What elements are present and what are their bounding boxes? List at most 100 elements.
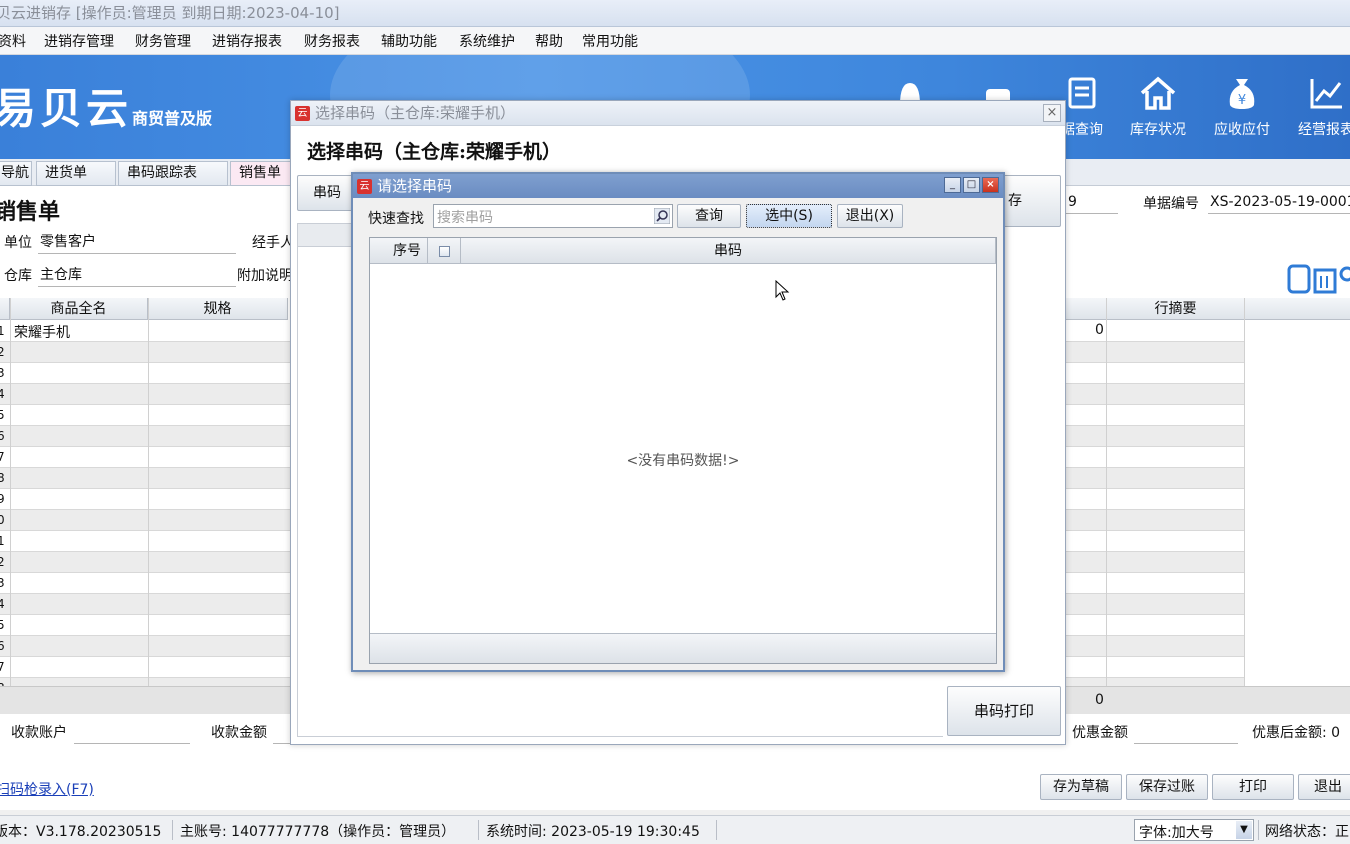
dialog1-title-bar: 云 选择串码（主仓库:荣耀手机） × — [291, 101, 1065, 126]
row-number: 1 — [0, 534, 5, 548]
window-title: 贝云进销存 [操作员:管理员 到期日期:2023-04-10] — [0, 4, 340, 22]
row-number: 6 — [0, 639, 5, 653]
version-text: 版本：V3.178.20230515 — [0, 824, 162, 840]
app-logo: 易贝云 — [0, 84, 133, 133]
warehouse-label: 仓库 — [4, 268, 32, 284]
tab-purchase-order[interactable]: 进货单 — [36, 161, 116, 186]
quick-search-label: 快速查找 — [368, 211, 424, 227]
select-all-checkbox[interactable] — [428, 238, 461, 264]
serial-list-footer — [370, 633, 996, 663]
row-number: 9 — [0, 492, 5, 506]
query-button[interactable]: 查询 — [677, 204, 741, 228]
close-icon[interactable]: × — [982, 177, 999, 193]
search-icon[interactable] — [654, 208, 670, 224]
app-icon: 云 — [357, 179, 372, 194]
menu-item-inventory-reports[interactable]: 进销存报表 — [212, 31, 282, 51]
choose-serial-dialog: 云 请选择串码 _ □ × 快速查找 搜索串码 查询 选中(S) 退出(X) 序… — [351, 172, 1005, 672]
font-size-select[interactable]: 字体:加大号 ▼ — [1134, 819, 1254, 841]
menu-bar: 资料 进销存管理 财务管理 进销存报表 财务报表 辅助功能 系统维护 帮助 常用… — [0, 27, 1350, 55]
barcode-tools-icon[interactable] — [1287, 262, 1350, 296]
account-field[interactable] — [74, 720, 190, 744]
system-time: 系统时间: 2023-05-19 19:30:45 — [486, 824, 700, 840]
note-label: 附加说明 — [237, 268, 293, 284]
after-discount-amount: 优惠后金额: 0 — [1252, 725, 1341, 741]
col-serial-code[interactable]: 串码 — [461, 238, 996, 264]
customer-field[interactable]: 零售客户 — [38, 230, 236, 254]
save-draft-button[interactable]: 存为草稿 — [1040, 774, 1122, 800]
dialog-exit-button[interactable]: 退出(X) — [837, 204, 903, 228]
menu-item-help[interactable]: 帮助 — [535, 31, 563, 51]
toolbar-inventory-status-button[interactable]: 库存状况 — [1118, 75, 1198, 139]
dialog2-title: 请选择串码 — [377, 177, 453, 195]
discount-field[interactable] — [1134, 720, 1238, 744]
account-text: 主账号: 14077777778（操作员：管理员） — [180, 824, 456, 840]
menu-item-data[interactable]: 资料 — [0, 31, 26, 51]
menu-item-common[interactable]: 常用功能 — [582, 31, 638, 51]
date-field[interactable]: 9 — [1066, 190, 1118, 214]
scan-gun-link[interactable]: 扫码枪录入(F7) — [0, 779, 94, 799]
product-name-cell[interactable]: 荣耀手机 — [14, 322, 70, 342]
row-number: 0 — [0, 513, 5, 527]
quantity-cell[interactable]: 0 — [1095, 322, 1104, 338]
account-label: 收款账户 — [11, 725, 67, 741]
status-bar: 版本：V3.178.20230515 主账号: 14077777778（操作员：… — [0, 815, 1350, 844]
tab-sales-order[interactable]: 销售单 — [230, 161, 292, 186]
col-spec[interactable]: 规格 — [148, 298, 288, 320]
row-number: 7 — [0, 660, 5, 674]
row-number: 4 — [0, 597, 5, 611]
print-button[interactable]: 打印 — [1212, 774, 1294, 800]
chart-icon — [1310, 79, 1342, 109]
row-number: 2 — [0, 555, 5, 569]
empty-message: <没有串码数据!> — [626, 453, 740, 469]
home-icon — [1140, 76, 1176, 110]
clipboard-icon — [1068, 77, 1096, 109]
window-title-bar: 贝云进销存 [操作员:管理员 到期日期:2023-04-10] — [0, 0, 1350, 27]
toolbar-business-report-button[interactable]: 经营报表 — [1286, 75, 1350, 139]
menu-item-finance-reports[interactable]: 财务报表 — [304, 31, 360, 51]
menu-item-system[interactable]: 系统维护 — [459, 31, 515, 51]
row-number: 3 — [0, 366, 5, 380]
serial-button[interactable]: 串码 — [297, 175, 357, 211]
menu-item-auxiliary[interactable]: 辅助功能 — [381, 31, 437, 51]
row-number: 4 — [0, 387, 5, 401]
dialog1-heading: 选择串码（主仓库:荣耀手机） — [307, 141, 562, 163]
row-number: 3 — [0, 576, 5, 590]
row-number: 5 — [0, 408, 5, 422]
doc-no-label: 单据编号 — [1143, 196, 1199, 212]
row-number: 8 — [0, 471, 5, 485]
select-button[interactable]: 选中(S) — [746, 204, 832, 228]
unit-label: 单位 — [4, 235, 32, 251]
menu-item-inventory[interactable]: 进销存管理 — [44, 31, 114, 51]
svg-text:¥: ¥ — [1238, 93, 1246, 108]
page-title: 销售单 — [0, 199, 61, 225]
doc-no-field[interactable]: XS-2023-05-19-0001 — [1208, 190, 1350, 214]
close-icon[interactable]: × — [1043, 104, 1061, 122]
dialog1-title: 选择串码（主仓库:荣耀手机） — [315, 104, 516, 122]
sum-qty: 0 — [1095, 692, 1104, 708]
minimize-icon[interactable]: _ — [944, 177, 961, 193]
handler-label: 经手人 — [252, 235, 294, 251]
serial-search-input[interactable]: 搜索串码 — [433, 204, 673, 228]
serial-list: 序号 串码 <没有串码数据!> — [369, 237, 997, 664]
toolbar-receivables-button[interactable]: ¥ 应收应付 — [1202, 75, 1282, 139]
mouse-cursor-icon — [775, 280, 790, 301]
col-line-note[interactable]: 行摘要 — [1107, 298, 1245, 320]
tab-serial-tracking[interactable]: 串码跟踪表 — [118, 161, 228, 186]
edition-label: 商贸普及版 — [132, 109, 213, 128]
row-number: 2 — [0, 345, 5, 359]
save-post-button[interactable]: 保存过账 — [1126, 774, 1208, 800]
exit-button[interactable]: 退出 — [1298, 774, 1350, 800]
col-seq[interactable]: 序号 — [370, 238, 428, 264]
print-serial-button[interactable]: 串码打印 — [947, 686, 1061, 736]
amount-field[interactable] — [273, 720, 290, 744]
menu-item-finance[interactable]: 财务管理 — [135, 31, 191, 51]
row-number: 7 — [0, 450, 5, 464]
network-status: 网络状态：正 — [1265, 824, 1349, 840]
tab-navigation[interactable]: 导航 — [0, 161, 32, 186]
maximize-icon[interactable]: □ — [963, 177, 980, 193]
col-product-name[interactable]: 商品全名 — [10, 298, 148, 320]
warehouse-field[interactable]: 主仓库 — [38, 263, 236, 287]
row-number: 1 — [0, 324, 5, 338]
amount-label: 收款金额 — [211, 725, 267, 741]
discount-label: 优惠金额 — [1072, 725, 1128, 741]
